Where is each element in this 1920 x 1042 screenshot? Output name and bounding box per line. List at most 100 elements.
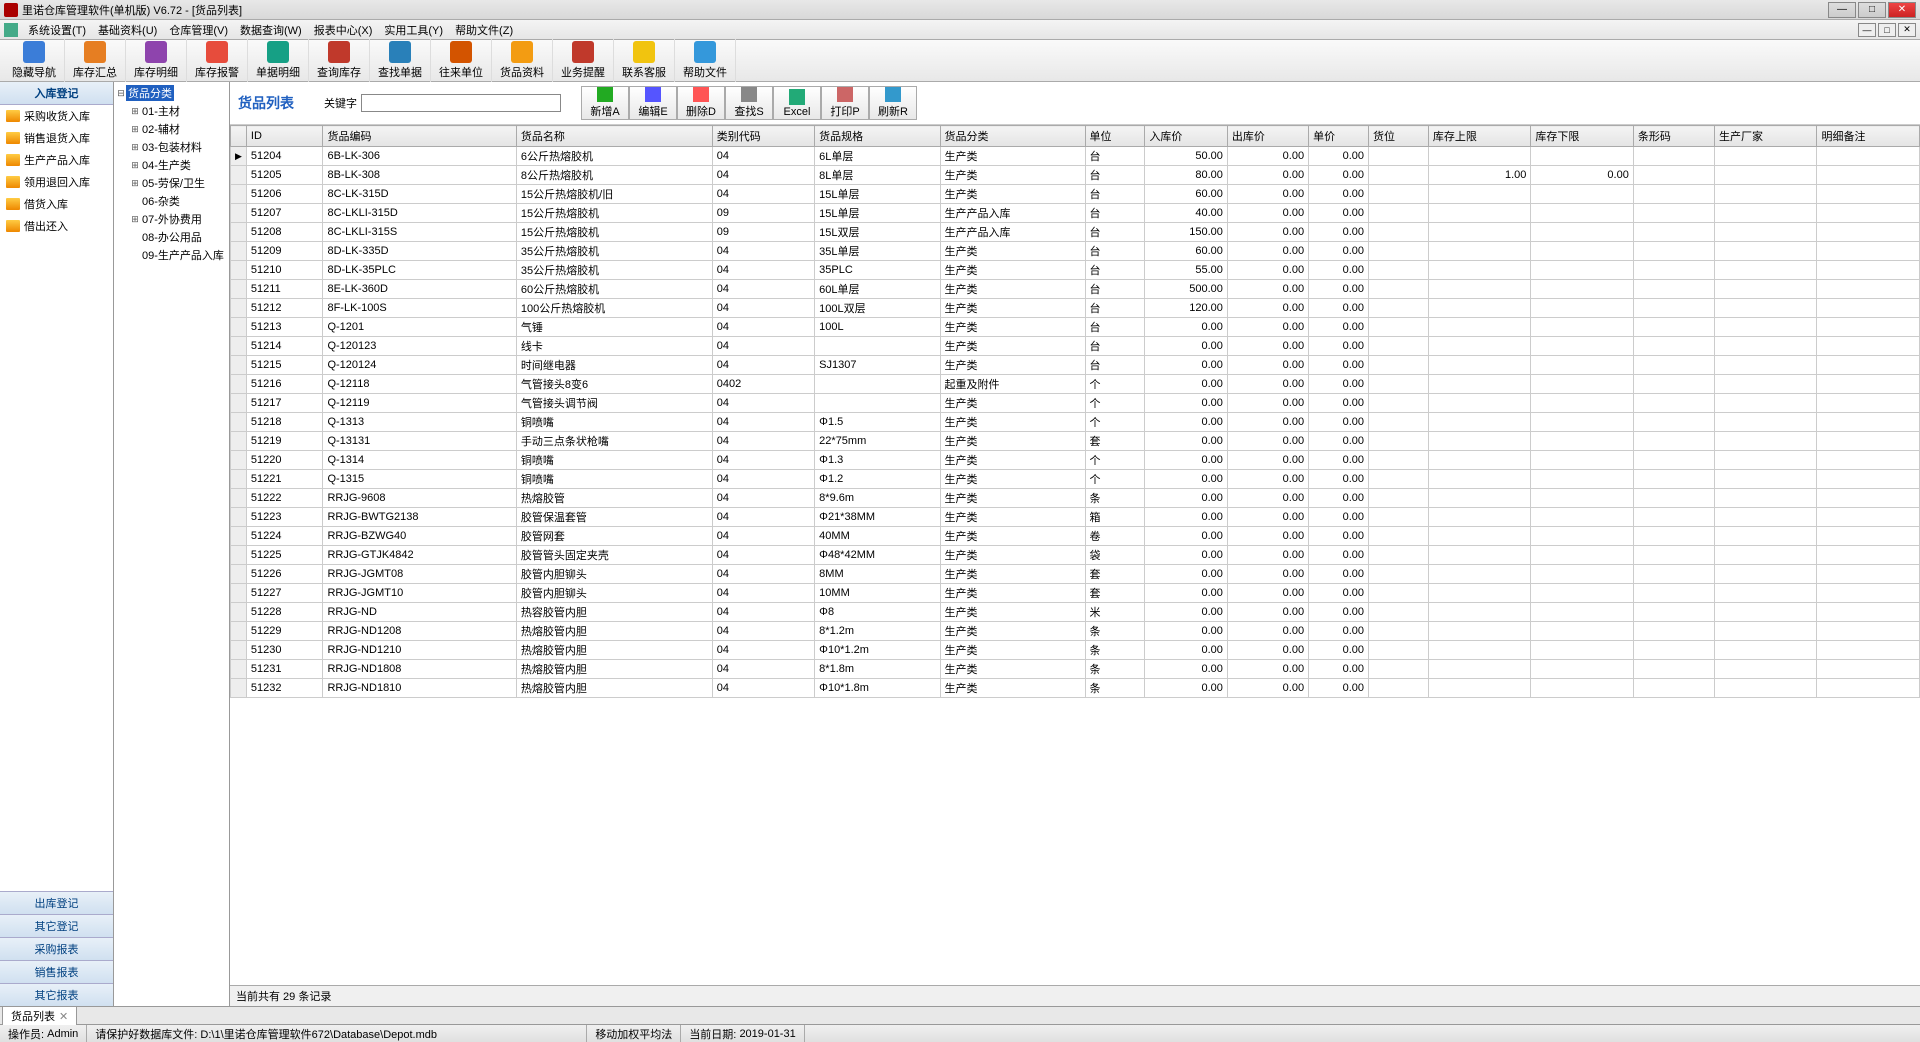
table-row[interactable]: 51231RRJG-ND1808热熔胶管内胆048*1.8m生产类条0.000.… — [231, 660, 1920, 679]
toolbar-查找单据[interactable]: 查找单据 — [370, 39, 431, 82]
action-打印P[interactable]: 打印P — [821, 86, 869, 120]
sidebar-item-领用退回入库[interactable]: 领用退回入库 — [0, 171, 113, 193]
table-row[interactable]: 51218Q-1313铜喷嘴04Φ1.5生产类个0.000.000.00 — [231, 413, 1920, 432]
table-row[interactable]: 51219Q-13131手动三点条状枪嘴0422*75mm生产类套0.000.0… — [231, 432, 1920, 451]
action-查找S[interactable]: 查找S — [725, 86, 773, 120]
col-单位[interactable]: 单位 — [1085, 126, 1145, 147]
table-row[interactable]: 512118E-LK-360D60公斤热熔胶机0460L单层生产类台500.00… — [231, 280, 1920, 299]
toolbar-库存报警[interactable]: 库存报警 — [187, 39, 248, 82]
table-row[interactable]: 51221Q-1315铜喷嘴04Φ1.2生产类个0.000.000.00 — [231, 470, 1920, 489]
toolbar-查询库存[interactable]: 查询库存 — [309, 39, 370, 82]
toolbar-联系客服[interactable]: 联系客服 — [614, 39, 675, 82]
toolbar-业务提醒[interactable]: 业务提醒 — [553, 39, 614, 82]
menu-3[interactable]: 数据查询(W) — [234, 23, 308, 39]
toolbar-库存汇总[interactable]: 库存汇总 — [65, 39, 126, 82]
table-row[interactable]: 51228RRJG-ND热容胶管内胆04Φ8生产类米0.000.000.00 — [231, 603, 1920, 622]
tab-product-list[interactable]: 货品列表✕ — [2, 1006, 77, 1025]
sidebar-item-借货入库[interactable]: 借货入库 — [0, 193, 113, 215]
table-row[interactable]: 512128F-LK-100S100公斤热熔胶机04100L双层生产类台120.… — [231, 299, 1920, 318]
mdi-close[interactable]: ✕ — [1898, 23, 1916, 37]
table-row[interactable]: 512098D-LK-335D35公斤热熔胶机0435L单层生产类台60.000… — [231, 242, 1920, 261]
col-ID[interactable]: ID — [246, 126, 323, 147]
toolbar-库存明细[interactable]: 库存明细 — [126, 39, 187, 82]
col-库存上限[interactable]: 库存上限 — [1428, 126, 1530, 147]
tree-node-05-劳保/卫生[interactable]: ⊞05-劳保/卫生 — [116, 174, 227, 192]
col-货品名称[interactable]: 货品名称 — [516, 126, 712, 147]
sidebar-item-借出还入[interactable]: 借出还入 — [0, 215, 113, 237]
table-row[interactable]: 512088C-LKLI-315S15公斤热熔胶机0915L双层生产产品入库台1… — [231, 223, 1920, 242]
col-库存下限[interactable]: 库存下限 — [1531, 126, 1633, 147]
sidebar-item-生产产品入库[interactable]: 生产产品入库 — [0, 149, 113, 171]
tree-node-08-办公用品[interactable]: 08-办公用品 — [116, 228, 227, 246]
menu-6[interactable]: 帮助文件(Z) — [449, 23, 519, 39]
action-编辑E[interactable]: 编辑E — [629, 86, 677, 120]
table-row[interactable]: 51222RRJG-9608热熔胶管048*9.6m生产类条0.000.000.… — [231, 489, 1920, 508]
tree-node-09-生产产品入库[interactable]: 09-生产产品入库 — [116, 246, 227, 264]
table-row[interactable]: 51217Q-12119气管接头调节阀04生产类个0.000.000.00 — [231, 394, 1920, 413]
toolbar-货品资料[interactable]: 货品资料 — [492, 39, 553, 82]
tree-node-04-生产类[interactable]: ⊞04-生产类 — [116, 156, 227, 174]
table-row[interactable]: 512058B-LK-3088公斤热熔胶机048L单层生产类台80.000.00… — [231, 166, 1920, 185]
table-row[interactable]: 51216Q-12118气管接头8变60402起重及附件个0.000.000.0… — [231, 375, 1920, 394]
close-button[interactable]: ✕ — [1888, 2, 1916, 18]
maximize-button[interactable]: □ — [1858, 2, 1886, 18]
menu-5[interactable]: 实用工具(Y) — [378, 23, 449, 39]
table-row[interactable]: 51229RRJG-ND1208热熔胶管内胆048*1.2m生产类条0.000.… — [231, 622, 1920, 641]
col-明细备注[interactable]: 明细备注 — [1817, 126, 1920, 147]
toolbar-隐藏导航[interactable]: 隐藏导航 — [4, 39, 65, 82]
col-条形码[interactable]: 条形码 — [1633, 126, 1714, 147]
close-tab-icon[interactable]: ✕ — [59, 1011, 68, 1023]
menu-0[interactable]: 系统设置(T) — [22, 23, 92, 39]
table-row[interactable]: 51232RRJG-ND1810热熔胶管内胆04Φ10*1.8m生产类条0.00… — [231, 679, 1920, 698]
action-刷新R[interactable]: 刷新R — [869, 86, 917, 120]
product-grid[interactable]: ID货品编码货品名称类别代码货品规格货品分类单位入库价出库价单价货位库存上限库存… — [230, 125, 1920, 698]
toolbar-单据明细[interactable]: 单据明细 — [248, 39, 309, 82]
table-row[interactable]: 51215Q-120124时间继电器04SJ1307生产类台0.000.000.… — [231, 356, 1920, 375]
action-Excel[interactable]: Excel — [773, 86, 821, 120]
table-row[interactable]: 51224RRJG-BZWG40胶管网套0440MM生产类卷0.000.000.… — [231, 527, 1920, 546]
mdi-minimize[interactable]: — — [1858, 23, 1876, 37]
table-row[interactable]: 51230RRJG-ND1210热熔胶管内胆04Φ10*1.2m生产类条0.00… — [231, 641, 1920, 660]
mdi-restore[interactable]: □ — [1878, 23, 1896, 37]
minimize-button[interactable]: — — [1828, 2, 1856, 18]
sidebar-section-其它登记[interactable]: 其它登记 — [0, 914, 113, 937]
search-input[interactable] — [361, 94, 561, 112]
col-货品规格[interactable]: 货品规格 — [815, 126, 940, 147]
table-row[interactable]: 51225RRJG-GTJK4842胶管管头固定夹壳04Φ48*42MM生产类袋… — [231, 546, 1920, 565]
sidebar-item-销售退货入库[interactable]: 销售退货入库 — [0, 127, 113, 149]
table-row[interactable]: 51226RRJG-JGMT08胶管内胆铆头048MM生产类套0.000.000… — [231, 565, 1920, 584]
col-货品编码[interactable]: 货品编码 — [323, 126, 516, 147]
tree-node-03-包装材料[interactable]: ⊞03-包装材料 — [116, 138, 227, 156]
menu-1[interactable]: 基础资料(U) — [92, 23, 163, 39]
table-row[interactable]: 512108D-LK-35PLC35公斤热熔胶机0435PLC生产类台55.00… — [231, 261, 1920, 280]
col-货品分类[interactable]: 货品分类 — [940, 126, 1085, 147]
action-新增A[interactable]: 新增A — [581, 86, 629, 120]
toolbar-帮助文件[interactable]: 帮助文件 — [675, 39, 736, 82]
table-row[interactable]: 512068C-LK-315D15公斤热熔胶机/旧0415L单层生产类台60.0… — [231, 185, 1920, 204]
sidebar-item-采购收货入库[interactable]: 采购收货入库 — [0, 105, 113, 127]
col-货位[interactable]: 货位 — [1369, 126, 1429, 147]
col-出库价[interactable]: 出库价 — [1227, 126, 1308, 147]
tree-node-06-杂类[interactable]: 06-杂类 — [116, 192, 227, 210]
table-row[interactable]: 51227RRJG-JGMT10胶管内胆铆头0410MM生产类套0.000.00… — [231, 584, 1920, 603]
table-row[interactable]: 51213Q-1201气锤04100L生产类台0.000.000.00 — [231, 318, 1920, 337]
action-删除D[interactable]: 删除D — [677, 86, 725, 120]
table-row[interactable]: ▶ 512046B-LK-3066公斤热熔胶机046L单层生产类台50.000.… — [231, 147, 1920, 166]
table-row[interactable]: 512078C-LKLI-315D15公斤热熔胶机0915L单层生产产品入库台4… — [231, 204, 1920, 223]
col-类别代码[interactable]: 类别代码 — [712, 126, 814, 147]
menu-4[interactable]: 报表中心(X) — [308, 23, 379, 39]
col-单价[interactable]: 单价 — [1309, 126, 1369, 147]
col-入库价[interactable]: 入库价 — [1145, 126, 1227, 147]
tree-root[interactable]: ⊟货品分类 — [116, 84, 227, 102]
sidebar-header[interactable]: 入库登记 — [0, 82, 113, 105]
toolbar-往来单位[interactable]: 往来单位 — [431, 39, 492, 82]
tree-node-01-主材[interactable]: ⊞01-主材 — [116, 102, 227, 120]
col-生产厂家[interactable]: 生产厂家 — [1715, 126, 1817, 147]
sidebar-section-出库登记[interactable]: 出库登记 — [0, 891, 113, 914]
tree-node-02-辅材[interactable]: ⊞02-辅材 — [116, 120, 227, 138]
sidebar-section-采购报表[interactable]: 采购报表 — [0, 937, 113, 960]
table-row[interactable]: 51220Q-1314铜喷嘴04Φ1.3生产类个0.000.000.00 — [231, 451, 1920, 470]
sidebar-section-其它报表[interactable]: 其它报表 — [0, 983, 113, 1006]
menu-2[interactable]: 仓库管理(V) — [163, 23, 234, 39]
table-row[interactable]: 51223RRJG-BWTG2138胶管保温套管04Φ21*38MM生产类箱0.… — [231, 508, 1920, 527]
